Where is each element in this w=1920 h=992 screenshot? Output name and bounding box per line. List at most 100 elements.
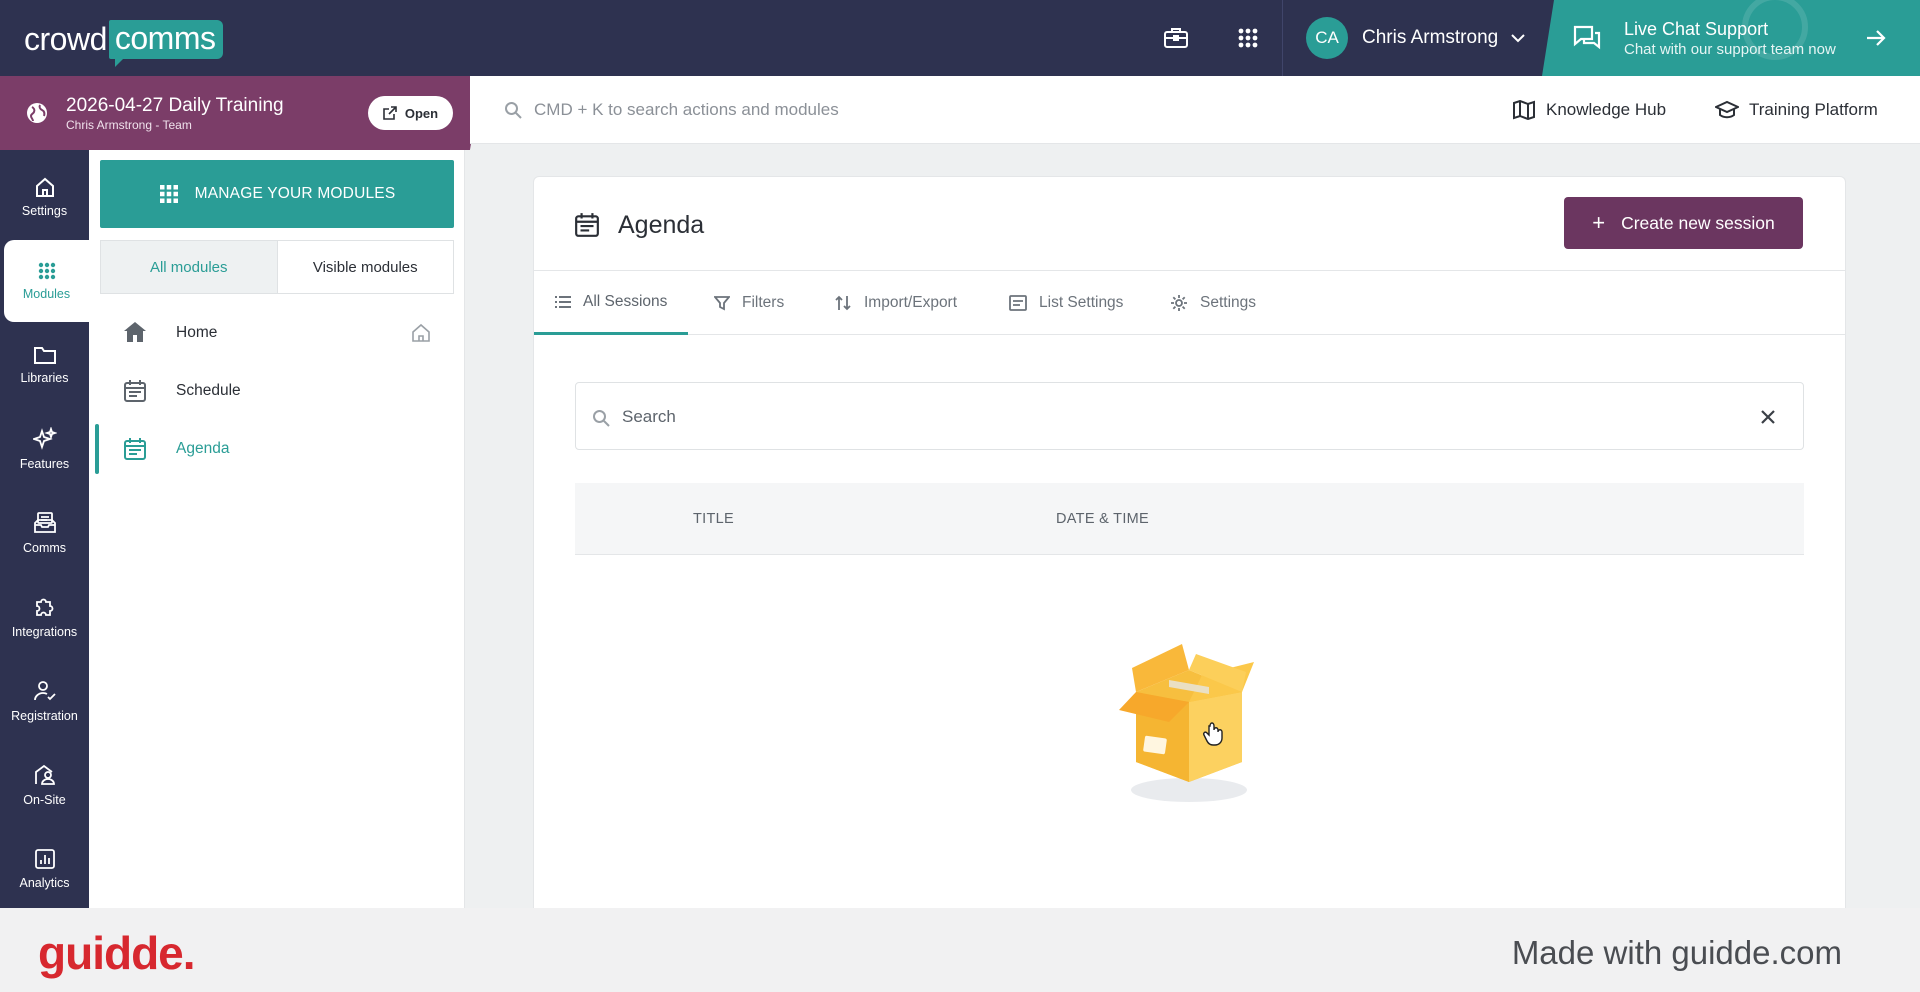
rail-item-on-site[interactable]: On-Site	[0, 744, 89, 826]
apps-grid-icon[interactable]	[1234, 24, 1262, 52]
card-list-icon	[1009, 295, 1027, 311]
rail-label: Comms	[22, 541, 67, 555]
manage-modules-button[interactable]: MANAGE YOUR MODULES	[100, 160, 454, 228]
topbar-divider	[1282, 0, 1283, 76]
rail-item-settings[interactable]: Settings	[0, 156, 89, 238]
rail-label: Libraries	[20, 371, 69, 385]
calendar-icon	[124, 438, 146, 460]
sparkles-icon	[32, 427, 57, 450]
calendar-icon	[124, 380, 146, 402]
inbox-icon	[33, 512, 56, 533]
training-platform-link[interactable]: Training Platform	[1715, 100, 1878, 120]
active-indicator	[95, 424, 99, 474]
rail-item-features[interactable]: Features	[0, 408, 89, 490]
live-chat-support-button[interactable]: Live Chat Support Chat with our support …	[1542, 0, 1920, 76]
knowledge-hub-link[interactable]: Knowledge Hub	[1512, 100, 1666, 120]
logo-text-right: comms	[108, 20, 224, 67]
modules-filter-toggle: All modules Visible modules	[100, 240, 454, 294]
rail-item-analytics[interactable]: Analytics	[0, 828, 89, 910]
column-title[interactable]: TITLE	[693, 511, 734, 527]
tab-label: All Sessions	[583, 292, 668, 310]
list-icon	[555, 295, 571, 308]
arrow-right-icon	[1867, 30, 1886, 46]
graduation-cap-icon	[1715, 100, 1739, 119]
homepage-indicator-icon	[412, 323, 430, 342]
search-icon	[505, 102, 522, 119]
page-title: Agenda	[618, 211, 705, 239]
main-nav-rail: Settings Modules Libraries Features Comm…	[0, 150, 89, 908]
rail-item-modules[interactable]: Modules	[4, 240, 89, 322]
tab-list-settings[interactable]: List Settings	[1009, 271, 1123, 335]
close-icon[interactable]	[1760, 409, 1776, 425]
filter-icon	[714, 296, 730, 311]
user-check-icon	[33, 681, 56, 701]
sessions-table-header: TITLE DATE & TIME	[575, 483, 1804, 555]
globe-icon	[27, 103, 47, 123]
live-chat-title: Live Chat Support	[1624, 19, 1769, 39]
rail-item-comms[interactable]: Comms	[0, 492, 89, 574]
guidde-logo[interactable]: guidde.	[38, 926, 196, 980]
event-title: 2026-04-27 Daily Training	[66, 95, 284, 116]
create-session-button[interactable]: + Create new session	[1564, 197, 1803, 249]
command-search-input[interactable]: CMD + K to search actions and modules	[504, 100, 839, 120]
toggle-visible-modules[interactable]: Visible modules	[278, 241, 454, 293]
search-icon	[593, 410, 610, 427]
user-menu[interactable]: CA Chris Armstrong	[1306, 17, 1526, 59]
rail-label: Analytics	[19, 876, 70, 890]
event-subtitle: Chris Armstrong - Team	[66, 118, 192, 132]
tab-filters[interactable]: Filters	[714, 271, 784, 335]
module-item-schedule[interactable]: Schedule	[89, 366, 465, 416]
toggle-all-modules[interactable]: All modules	[101, 241, 278, 293]
agenda-header: Agenda + Create new session	[534, 177, 1845, 271]
tab-label: List Settings	[1039, 294, 1124, 311]
home-icon	[35, 177, 54, 197]
tab-import-export[interactable]: Import/Export	[834, 271, 957, 335]
agenda-tabs: All Sessions Filters Import/Export List …	[534, 271, 1845, 335]
open-event-button[interactable]: Open	[368, 96, 453, 130]
grid-icon	[159, 185, 178, 203]
manage-modules-label: MANAGE YOUR MODULES	[194, 185, 396, 202]
plus-icon: +	[1592, 210, 1606, 235]
calendar-icon	[575, 213, 599, 237]
module-item-agenda[interactable]: Agenda	[89, 424, 465, 474]
chat-bubbles-icon	[1573, 25, 1601, 50]
command-search-placeholder: CMD + K to search actions and modules	[534, 100, 839, 119]
tab-label: Settings	[1200, 294, 1257, 311]
chevron-down-icon	[1511, 34, 1525, 43]
swap-icon	[835, 295, 851, 311]
rail-item-libraries[interactable]: Libraries	[0, 324, 89, 406]
rail-item-integrations[interactable]: Integrations	[0, 576, 89, 658]
rail-label: Features	[19, 457, 70, 471]
puzzle-icon	[35, 598, 53, 616]
logo-text-left: crowd	[24, 21, 107, 57]
avatar: CA	[1306, 17, 1348, 59]
book-map-icon	[1513, 100, 1535, 120]
rail-item-registration[interactable]: Registration	[0, 660, 89, 742]
external-link-icon	[383, 106, 397, 120]
module-item-home[interactable]: Home	[89, 308, 465, 358]
training-platform-label: Training Platform	[1749, 100, 1878, 119]
folder-icon	[33, 347, 56, 364]
rail-label: Integrations	[11, 625, 78, 639]
briefcase-icon[interactable]	[1162, 24, 1190, 52]
live-chat-subtitle: Chat with our support team now	[1624, 41, 1836, 58]
gear-icon	[1171, 295, 1187, 311]
global-search-bar: CMD + K to search actions and modules Kn…	[470, 76, 1920, 144]
agenda-card: Agenda + Create new session All Sessions…	[533, 176, 1846, 908]
rail-label: Modules	[22, 287, 71, 301]
home-icon	[124, 322, 146, 342]
guidde-footer: guidde. Made with guidde.com	[0, 908, 1920, 992]
made-with-text[interactable]: Made with guidde.com	[1512, 934, 1842, 972]
tab-all-sessions[interactable]: All Sessions	[534, 271, 689, 335]
crowdcomms-logo[interactable]: crowd comms	[24, 20, 224, 67]
open-event-label: Open	[404, 105, 439, 121]
tab-label: Import/Export	[864, 294, 958, 311]
session-search-input[interactable]: Search	[575, 382, 1804, 450]
column-date-time[interactable]: DATE & TIME	[1056, 511, 1149, 527]
rail-label: Settings	[21, 204, 68, 218]
tab-settings[interactable]: Settings	[1170, 271, 1256, 335]
user-name: Chris Armstrong	[1362, 27, 1499, 48]
module-label: Schedule	[176, 382, 241, 399]
empty-box-illustration	[1119, 644, 1254, 802]
chart-icon	[34, 849, 55, 869]
